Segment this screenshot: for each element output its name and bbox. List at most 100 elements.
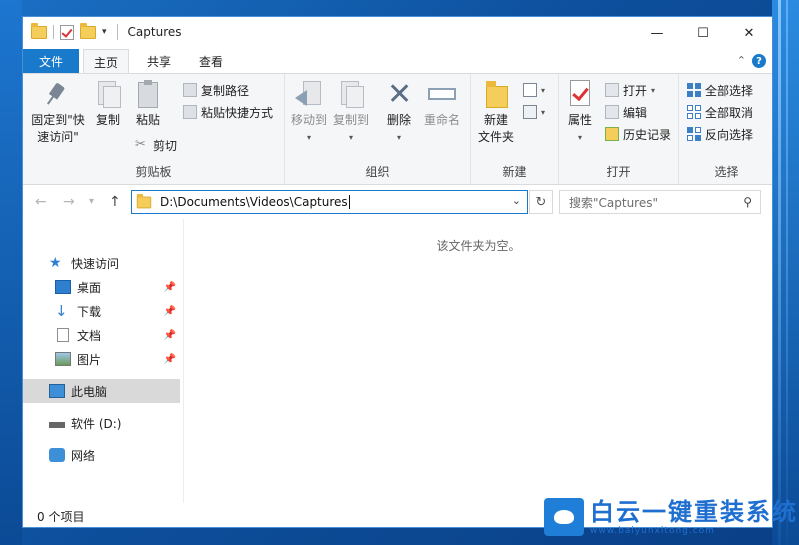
easy-access-button[interactable]: ▾	[523, 102, 545, 122]
move-to-button[interactable]: 移动到 ▾	[289, 78, 329, 146]
qat-dropdown-icon[interactable]: ▾	[102, 27, 107, 37]
move-to-dropdown-icon: ▾	[306, 133, 311, 142]
star-icon: ★	[49, 255, 62, 271]
open-button[interactable]: 打开 ▾	[605, 80, 655, 100]
pictures-icon	[55, 352, 71, 366]
nav-item-drive-d[interactable]: 软件 (D:)	[23, 411, 180, 435]
ribbon-tabs: 文件 主页 共享 查看 ⌃ ?	[23, 49, 772, 74]
network-icon	[49, 448, 65, 462]
properties-button[interactable]: 属性 ▾	[563, 78, 597, 146]
nav-item-network[interactable]: 网络	[23, 443, 180, 467]
history-button[interactable]: 历史记录	[605, 124, 671, 144]
paste-shortcut-icon	[183, 105, 197, 119]
desktop-background-left	[0, 0, 22, 545]
up-arrow-icon[interactable]: ↑	[109, 194, 121, 210]
pin-quick-label: 固定到"快 速访问"	[31, 113, 85, 144]
ribbon-collapse-icon[interactable]: ⌃	[737, 54, 746, 67]
new-folder-icon[interactable]	[80, 22, 96, 39]
forward-arrow-icon[interactable]: →	[63, 194, 75, 210]
maximize-button[interactable]: ☐	[680, 17, 726, 49]
delete-button[interactable]: ✕ 删除 ▾	[383, 78, 415, 146]
address-bar[interactable]: D:\Documents\Videos\Captures ⌄	[131, 190, 528, 214]
address-path[interactable]: D:\Documents\Videos\Captures	[160, 195, 350, 209]
cut-button[interactable]: ✂ 剪切	[135, 135, 177, 155]
paste-shortcut-label: 粘贴快捷方式	[201, 105, 274, 120]
group-label-open: 打开	[606, 165, 631, 179]
copy-path-button[interactable]: 复制路径	[183, 80, 249, 100]
open-icon	[605, 83, 619, 97]
nav-label: 网络	[71, 448, 96, 463]
nav-item-documents[interactable]: 文档 📌	[23, 323, 180, 347]
drive-icon	[49, 422, 65, 428]
new-folder-button[interactable]: 新建 文件夹	[475, 78, 517, 146]
minimize-button[interactable]: —	[634, 17, 680, 49]
new-folder-label: 新建 文件夹	[477, 113, 514, 144]
paste-shortcut-button[interactable]: 粘贴快捷方式	[183, 102, 273, 122]
ribbon: 固定到"快 速访问" 复制 粘贴 复制路径 粘贴快捷方式 ✂ 剪切 剪贴板 移动…	[23, 73, 772, 185]
select-all-label: 全部选择	[705, 83, 754, 98]
close-button[interactable]: ✕	[726, 17, 772, 49]
nav-item-quick-access[interactable]: ★ 快速访问	[23, 251, 180, 275]
move-to-label: 移动到	[290, 113, 327, 127]
back-arrow-icon[interactable]: ←	[35, 194, 47, 210]
pin-icon[interactable]: 📌	[164, 282, 176, 293]
tab-file[interactable]: 文件	[23, 49, 79, 73]
window-controls: — ☐ ✕	[634, 17, 772, 49]
rename-button[interactable]: 重命名	[421, 78, 463, 129]
paste-label: 粘贴	[135, 113, 160, 127]
nav-item-desktop[interactable]: 桌面 📌	[23, 275, 180, 299]
select-all-button[interactable]: 全部选择	[687, 80, 753, 100]
tab-share[interactable]: 共享	[137, 49, 181, 73]
properties-dropdown-icon: ▾	[577, 133, 582, 142]
search-box[interactable]: 搜索"Captures" ⚲	[559, 190, 761, 214]
nav-item-pictures[interactable]: 图片 📌	[23, 347, 180, 371]
paste-button[interactable]: 粘贴	[131, 78, 165, 129]
search-icon[interactable]: ⚲	[743, 195, 752, 209]
watermark-text: 白云一键重装系统 www.baiyunxitong.com	[590, 498, 798, 536]
properties-icon[interactable]	[60, 24, 74, 40]
pane-divider[interactable]	[183, 219, 184, 503]
paste-icon	[132, 78, 164, 110]
nav-label: 文档	[77, 328, 102, 343]
file-explorer-window: ▾ Captures — ☐ ✕ 文件 主页 共享 查看 ⌃ ? 固定到"快 速…	[22, 16, 773, 528]
group-open: 属性 ▾ 打开 ▾ 编辑 历史记录 打开	[559, 74, 679, 184]
tab-home[interactable]: 主页	[83, 49, 129, 74]
pin-to-quick-access-button[interactable]: 固定到"快 速访问"	[29, 78, 87, 146]
copy-to-label: 复制到	[332, 113, 369, 127]
refresh-button[interactable]: ↻	[529, 190, 553, 214]
address-dropdown-icon[interactable]: ⌄	[512, 194, 521, 207]
open-label: 打开	[623, 83, 648, 98]
group-organize: 移动到 ▾ 复制到 ▾ ✕ 删除 ▾ 重命名 组织	[285, 74, 471, 184]
tab-view[interactable]: 查看	[189, 49, 233, 73]
invert-selection-button[interactable]: 反向选择	[687, 124, 753, 144]
new-item-button[interactable]: ▾	[523, 80, 545, 100]
title-bar: ▾ Captures — ☐ ✕	[23, 17, 772, 49]
pin-icon[interactable]: 📌	[164, 354, 176, 365]
pin-icon[interactable]: 📌	[164, 306, 176, 317]
copy-to-dropdown-icon: ▾	[348, 133, 353, 142]
copy-button[interactable]: 复制	[91, 78, 125, 129]
search-input[interactable]: 搜索"Captures"	[569, 194, 743, 211]
pin-icon[interactable]: 📌	[164, 330, 176, 341]
desktop-icon	[55, 280, 71, 294]
watermark-url: www.baiyunxitong.com	[590, 526, 715, 536]
select-none-button[interactable]: 全部取消	[687, 102, 753, 122]
help-icon[interactable]: ?	[752, 54, 766, 68]
select-none-label: 全部取消	[705, 105, 754, 120]
nav-item-this-pc[interactable]: 此电脑	[23, 379, 180, 403]
rename-label: 重命名	[423, 113, 460, 127]
easy-access-icon	[523, 105, 537, 119]
new-item-dropdown-icon: ▾	[541, 85, 546, 95]
copy-to-button[interactable]: 复制到 ▾	[331, 78, 371, 146]
navigation-pane: ★ 快速访问 桌面 📌 ↓ 下载 📌 文档 📌 图片 📌 此电脑 软件 (D:)…	[23, 219, 183, 503]
computer-icon	[49, 384, 65, 398]
group-new: 新建 文件夹 ▾ ▾ 新建	[471, 74, 559, 184]
recent-locations-icon[interactable]: ▾	[89, 196, 94, 207]
new-folder-big-icon	[480, 78, 512, 110]
nav-item-downloads[interactable]: ↓ 下载 📌	[23, 299, 180, 323]
nav-label: 图片	[77, 352, 102, 367]
edit-button[interactable]: 编辑	[605, 102, 647, 122]
move-to-icon	[293, 78, 325, 110]
nav-label: 快速访问	[71, 256, 120, 271]
pin-icon	[42, 78, 74, 110]
